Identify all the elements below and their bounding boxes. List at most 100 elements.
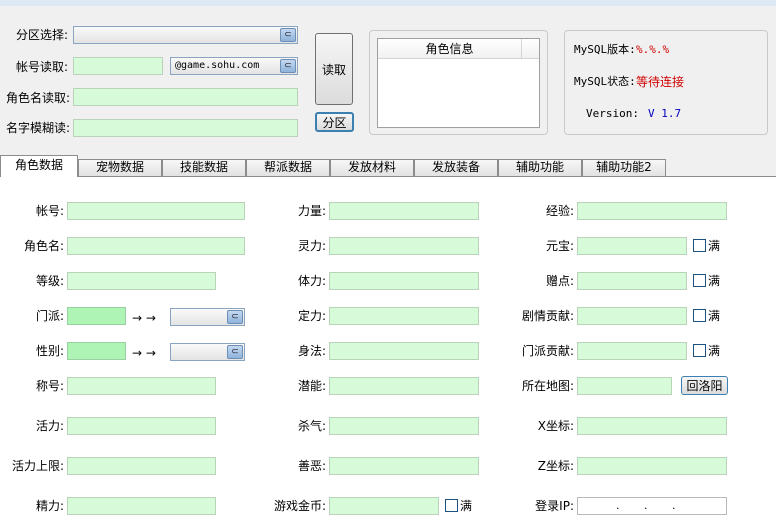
arrow-icon: → → [132, 311, 156, 325]
role-info-header-spacer [522, 39, 539, 59]
potential-label: 潜能: [297, 379, 326, 393]
stamina-label: 体力: [297, 274, 326, 288]
experience-label: 经验: [545, 204, 574, 218]
gold-field[interactable] [329, 497, 439, 515]
yuanbao-full-label: 满 [708, 239, 721, 253]
story-contribution-label: 剧情贡献: [521, 309, 574, 323]
mysql-version-value: %.%.% [636, 43, 670, 56]
gift-points-field[interactable] [577, 272, 687, 290]
killing-intent-field[interactable] [329, 417, 479, 435]
tab-helper-2[interactable]: 辅助功能2 [582, 159, 666, 176]
fuzzy-read-label: 名字模糊读: [5, 121, 70, 135]
current-map-field[interactable] [577, 377, 672, 395]
dropdown-arrow-icon: ⊂ [280, 28, 296, 42]
rolename-input[interactable] [73, 88, 298, 106]
dropdown-arrow-icon: ⊂ [227, 345, 243, 359]
morality-field[interactable] [329, 457, 479, 475]
sect-contribution-label: 门派贡献: [521, 344, 574, 358]
version-value: V 1.7 [648, 107, 682, 120]
yuanbao-full-checkbox[interactable] [693, 239, 706, 252]
vitality-label: 活力: [35, 419, 64, 433]
strength-label: 力量: [297, 204, 326, 218]
energy-label: 精力: [35, 499, 64, 513]
sect-field[interactable] [67, 307, 126, 325]
sect-select[interactable]: ⊂ [170, 308, 245, 326]
yuanbao-label: 元宝: [545, 239, 574, 253]
version-label: Version: [586, 107, 639, 120]
stamina-field[interactable] [329, 272, 479, 290]
account-label: 帐号: [35, 204, 64, 218]
login-ip-field[interactable]: . . . [577, 497, 727, 515]
x-coordinate-label: X坐标: [537, 419, 574, 433]
account-field[interactable] [67, 202, 245, 220]
tab-skill-data[interactable]: 技能数据 [162, 159, 246, 176]
domain-value: @game.sohu.com [175, 60, 260, 71]
tab-issue-equipment[interactable]: 发放装备 [414, 159, 498, 176]
killing-intent-label: 杀气: [297, 419, 326, 433]
tab-issue-materials[interactable]: 发放材料 [330, 159, 414, 176]
title-field[interactable] [67, 377, 216, 395]
vitality-max-label: 活力上限: [11, 459, 64, 473]
current-map-label: 所在地图: [521, 379, 574, 393]
story-contribution-field[interactable] [577, 307, 687, 325]
account-read-label: 帐号读取: [15, 60, 68, 74]
role-name-label: 角色名: [23, 239, 64, 253]
mysql-status-value: 等待连接 [636, 75, 685, 89]
read-button[interactable]: 读取 [315, 33, 353, 105]
gold-full-checkbox[interactable] [445, 499, 458, 512]
login-ip-value: . . . [616, 499, 676, 512]
sect-contribution-field[interactable] [577, 342, 687, 360]
strength-field[interactable] [329, 202, 479, 220]
story-contribution-full-label: 满 [708, 309, 721, 323]
zone-button[interactable]: 分区 [315, 112, 354, 132]
tab-guild-data[interactable]: 帮派数据 [246, 159, 330, 176]
yuanbao-field[interactable] [577, 237, 687, 255]
tab-pet-data[interactable]: 宠物数据 [78, 159, 162, 176]
x-coordinate-field[interactable] [577, 417, 727, 435]
vitality-max-field[interactable] [67, 457, 216, 475]
gender-field[interactable] [67, 342, 126, 360]
spirit-field[interactable] [329, 237, 479, 255]
gold-label: 游戏金币: [273, 499, 326, 513]
tab-role-data[interactable]: 角色数据 [0, 155, 78, 177]
story-contribution-full-checkbox[interactable] [693, 309, 706, 322]
gift-points-full-label: 满 [708, 274, 721, 288]
level-label: 等级: [35, 274, 64, 288]
focus-label: 定力: [297, 309, 326, 323]
mysql-status-label: MySQL状态: [574, 75, 636, 88]
z-coordinate-field[interactable] [577, 457, 727, 475]
role-info-list[interactable]: 角色信息 [377, 38, 540, 128]
agility-field[interactable] [329, 342, 479, 360]
focus-field[interactable] [329, 307, 479, 325]
mysql-version-label: MySQL版本: [574, 43, 636, 56]
role-name-field[interactable] [67, 237, 245, 255]
sect-label: 门派: [35, 309, 64, 323]
zone-select[interactable]: ⊂ [73, 26, 298, 44]
gold-full-label: 满 [460, 499, 473, 513]
z-coordinate-label: Z坐标: [537, 459, 574, 473]
role-info-header[interactable]: 角色信息 [378, 39, 522, 59]
experience-field[interactable] [577, 202, 727, 220]
spirit-label: 灵力: [297, 239, 326, 253]
domain-select[interactable]: @game.sohu.com ⊂ [170, 57, 298, 75]
account-input[interactable] [73, 57, 163, 75]
vitality-field[interactable] [67, 417, 216, 435]
arrow-icon: → → [132, 346, 156, 360]
return-luoyang-button[interactable]: 回洛阳 [681, 376, 728, 395]
energy-field[interactable] [67, 497, 216, 515]
sect-contribution-full-checkbox[interactable] [693, 344, 706, 357]
agility-label: 身法: [297, 344, 326, 358]
tab-helper[interactable]: 辅助功能 [498, 159, 582, 176]
potential-field[interactable] [329, 377, 479, 395]
zone-select-label: 分区选择: [15, 28, 68, 42]
login-ip-label: 登录IP: [535, 499, 574, 513]
gender-select[interactable]: ⊂ [170, 343, 245, 361]
level-field[interactable] [67, 272, 216, 290]
gift-points-full-checkbox[interactable] [693, 274, 706, 287]
morality-label: 善恶: [297, 459, 326, 473]
rolename-read-label: 角色名读取: [5, 91, 70, 105]
fuzzy-input[interactable] [73, 119, 298, 137]
gift-points-label: 赠点: [545, 274, 574, 288]
dropdown-arrow-icon: ⊂ [227, 310, 243, 324]
title-label: 称号: [35, 379, 64, 393]
